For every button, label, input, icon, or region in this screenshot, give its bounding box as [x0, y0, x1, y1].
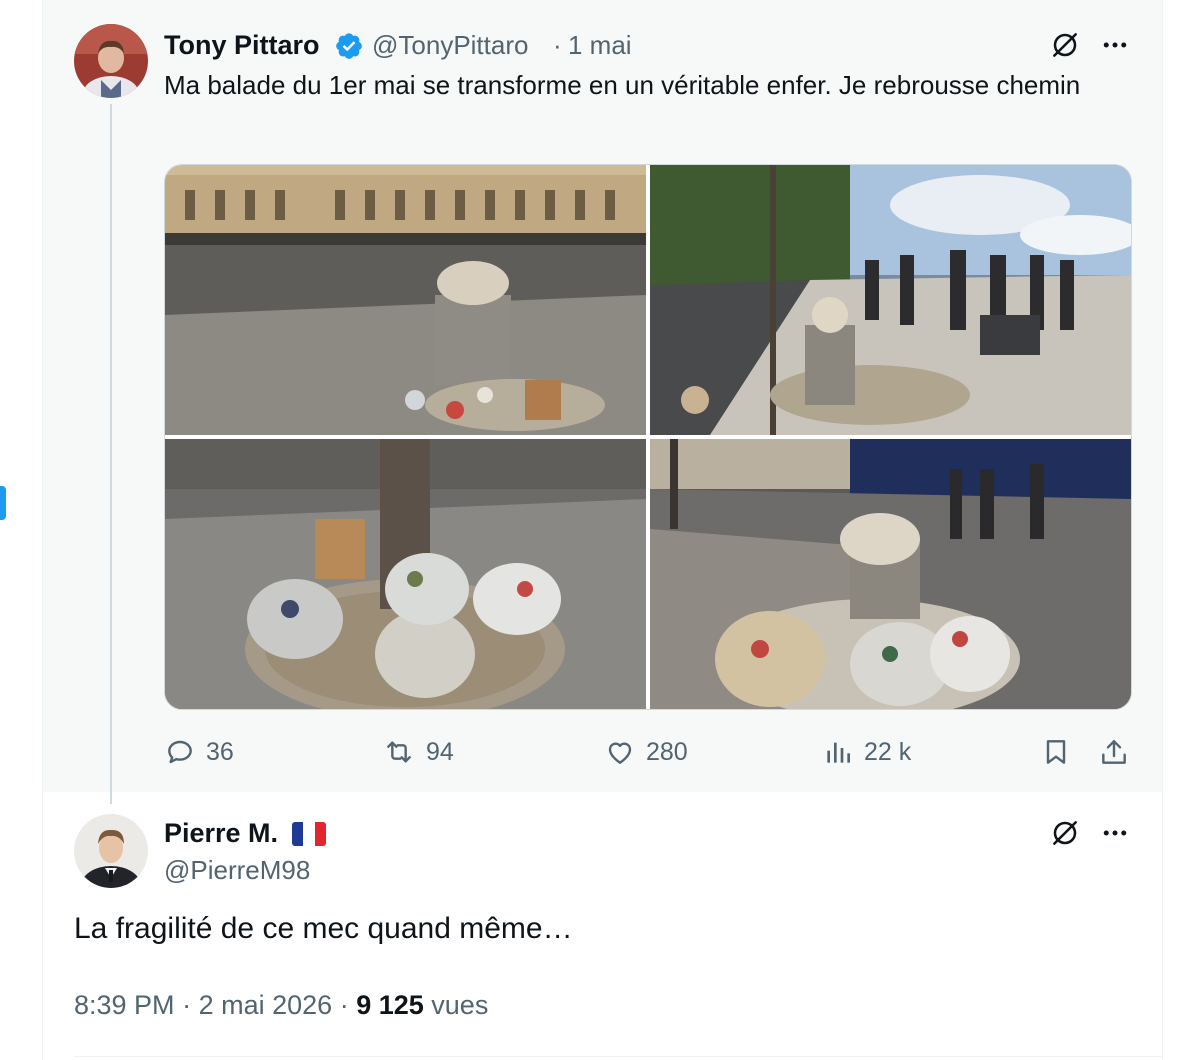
photo-3[interactable] [165, 439, 646, 709]
photo-4[interactable] [650, 439, 1131, 709]
tweet-date[interactable]: 2 mai 2026 [199, 990, 333, 1020]
like-icon [604, 736, 636, 768]
views-icon [822, 736, 854, 768]
scroll-indicator[interactable] [0, 486, 6, 520]
share-icon [1098, 736, 1130, 768]
tweet-meta: 8:39 PM · 2 mai 2026 · 9 125 vues [74, 990, 488, 1021]
views-button[interactable]: 22 k [822, 736, 911, 768]
reply-icon [164, 736, 196, 768]
time-separator: · [553, 30, 562, 60]
verified-badge-icon [334, 31, 364, 66]
tweet-media-grid [164, 164, 1132, 710]
pierre-tweet-text: La fragilité de ce mec quand même… [74, 912, 573, 945]
views-count: 22 k [864, 737, 912, 766]
tony-timestamp[interactable]: 1 mai [568, 30, 632, 61]
meta-separator: · [182, 990, 199, 1020]
thread-connector-line [110, 104, 112, 804]
tony-author-name[interactable]: Tony Pittaro [164, 30, 320, 61]
bookmark-icon [1040, 736, 1072, 768]
column-divider-right [1162, 0, 1163, 1060]
tweet-time[interactable]: 8:39 PM [74, 990, 175, 1020]
tweet-thread-view: Tony Pittaro @TonyPittaro · 1 mai Ma bal… [0, 0, 1200, 1060]
meta-separator: · [339, 990, 357, 1020]
pierre-author-name[interactable]: Pierre M. [164, 818, 278, 849]
photo-1[interactable] [165, 165, 646, 435]
like-count: 280 [646, 737, 688, 766]
photo-2[interactable] [650, 165, 1131, 435]
tony-handle[interactable]: @TonyPittaro [372, 30, 528, 61]
views-total: 9 125 [356, 990, 424, 1020]
share-button[interactable] [1098, 736, 1130, 768]
repost-icon [382, 736, 416, 768]
reply-button[interactable]: 36 [164, 736, 234, 768]
like-button[interactable]: 280 [604, 736, 688, 768]
repost-button[interactable]: 94 [382, 736, 454, 768]
pierre-avatar[interactable] [74, 814, 148, 888]
france-flag-icon [292, 822, 326, 846]
pierre-handle[interactable]: @PierreM98 [164, 855, 310, 886]
reply-count: 36 [206, 737, 234, 766]
repost-count: 94 [426, 737, 454, 766]
grok-icon[interactable] [1046, 26, 1084, 64]
more-icon[interactable] [1096, 26, 1134, 64]
more-icon[interactable] [1096, 814, 1134, 852]
views-label: vues [431, 990, 489, 1020]
bookmark-button[interactable] [1040, 736, 1072, 768]
grok-icon[interactable] [1046, 814, 1084, 852]
tweet-divider [74, 1056, 1162, 1057]
tony-avatar[interactable] [74, 24, 148, 98]
tony-tweet-text: Ma balade du 1er mai se transforme en un… [164, 70, 1081, 100]
